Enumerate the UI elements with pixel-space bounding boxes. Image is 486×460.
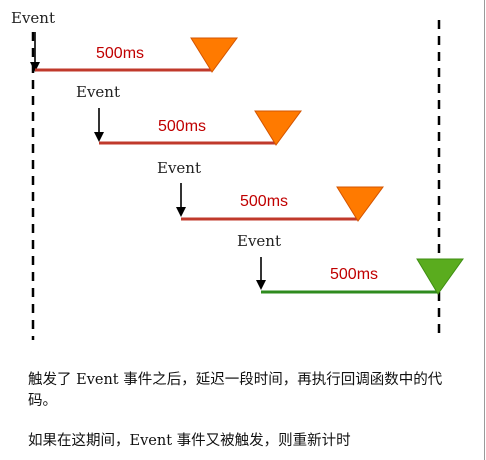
- timeline-row-4: Event 500ms: [237, 232, 464, 295]
- delay-label: 500ms: [330, 266, 378, 283]
- frame-border: [484, 0, 485, 460]
- event-label: Event: [76, 83, 120, 101]
- description-line-1: 触发了 Event 事件之后，延迟一段时间，再执行回调函数中的代码。: [28, 372, 443, 409]
- delay-end-triangle: [190, 37, 238, 73]
- event-arrow-head: [256, 280, 266, 290]
- delay-label: 500ms: [96, 45, 144, 62]
- timeline-row-2: Event 500ms: [76, 83, 302, 146]
- event-label: Event: [157, 159, 201, 177]
- delay-label: 500ms: [240, 193, 288, 210]
- delay-end-triangle: [254, 110, 302, 146]
- event-label: Event: [11, 9, 55, 27]
- delay-end-triangle: [336, 186, 384, 222]
- timeline-row-1: Event 500ms: [11, 9, 238, 73]
- debounce-diagram: Event 500ms Event 500ms Event 500ms Even…: [0, 0, 486, 460]
- description-line-2: 如果在这期间，Event 事件又被触发，则重新计时: [28, 433, 351, 449]
- timeline-row-3: Event 500ms: [157, 159, 384, 222]
- fired-end-triangle: [416, 258, 464, 295]
- delay-label: 500ms: [158, 118, 206, 135]
- event-label: Event: [237, 232, 281, 250]
- timeline-svg: Event 500ms Event 500ms Event 500ms Even…: [11, 9, 464, 340]
- event-arrow-head: [94, 132, 104, 142]
- event-arrow-head: [176, 207, 186, 217]
